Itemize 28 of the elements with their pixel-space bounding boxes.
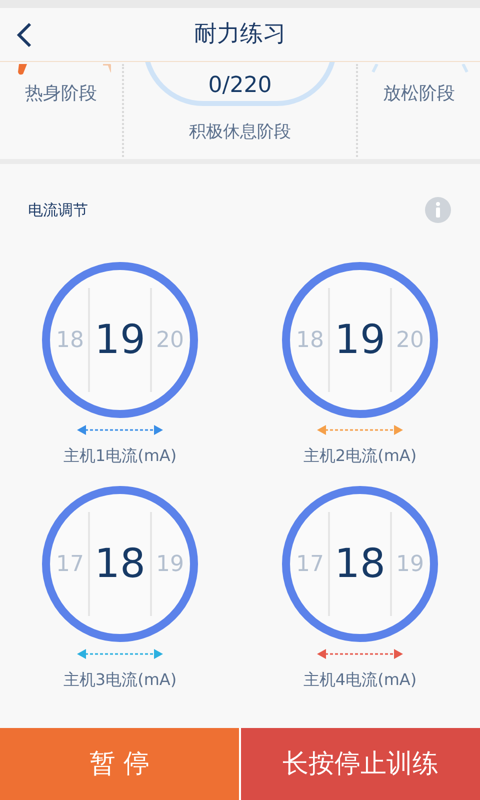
- dial-label: 主机4电流(mA): [303, 669, 417, 691]
- next-value: 19: [395, 550, 425, 578]
- previous-value: 18: [295, 326, 325, 354]
- section-title: 电流调节: [28, 200, 88, 221]
- dial-label: 主机1电流(mA): [63, 445, 177, 467]
- stop-button[interactable]: 长按停止训练: [241, 728, 480, 800]
- cycle-count: 0/220: [208, 75, 272, 97]
- current-value: 19: [94, 320, 146, 360]
- back-icon[interactable]: [16, 22, 32, 48]
- previous-value: 18: [55, 326, 85, 354]
- previous-value: 17: [295, 550, 325, 578]
- stage-label: 积极休息阶段: [189, 121, 291, 144]
- dial-label: 主机2电流(mA): [303, 445, 417, 467]
- stage-label: 放松阶段: [383, 82, 455, 106]
- next-value: 20: [395, 326, 425, 354]
- dial[interactable]: 17 18 19: [282, 486, 438, 642]
- previous-value: 17: [55, 550, 85, 578]
- dial[interactable]: 17 18 19: [42, 486, 198, 642]
- page-title: 耐力练习: [194, 20, 286, 50]
- next-value: 20: [155, 326, 185, 354]
- current-value: 18: [334, 544, 386, 584]
- current-value: 19: [334, 320, 386, 360]
- stage-label: 热身阶段: [25, 82, 97, 106]
- dial[interactable]: 18 19 20: [282, 262, 438, 418]
- next-value: 19: [155, 550, 185, 578]
- dial-label: 主机3电流(mA): [63, 669, 177, 691]
- current-value: 18: [94, 544, 146, 584]
- dial[interactable]: 18 19 20: [42, 262, 198, 418]
